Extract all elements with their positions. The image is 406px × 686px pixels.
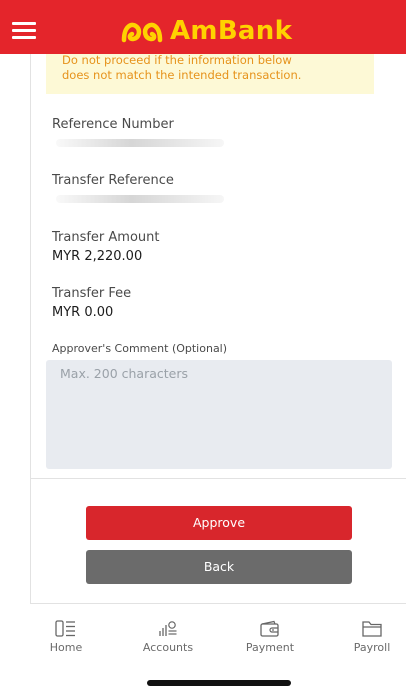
accounts-icon (159, 621, 177, 636)
menu-bar (12, 29, 36, 32)
tab-home[interactable]: Home (26, 604, 106, 654)
menu-bar (12, 22, 36, 25)
transfer-fee-value: MYR 0.00 (52, 305, 114, 320)
folder-icon (362, 621, 382, 637)
tab-home-label: Home (49, 641, 83, 654)
tab-accounts[interactable]: Accounts (128, 604, 208, 654)
menu-bar (12, 36, 36, 39)
app-header: AmBank (0, 0, 406, 54)
approve-button[interactable]: Approve (86, 506, 352, 540)
brand: AmBank (120, 16, 292, 46)
wallet-icon (260, 620, 279, 637)
hamburger-menu-icon[interactable] (12, 22, 36, 40)
transfer-reference-value-masked (56, 195, 224, 203)
reference-number-value-masked (56, 139, 224, 147)
transfer-amount-value: MYR 2,220.00 (52, 249, 143, 264)
bottom-tab-bar: Home Accounts Payment Payroll (0, 604, 406, 686)
warning-text-line1: Do not proceed if the information below (62, 53, 292, 67)
approver-comment-input[interactable] (46, 360, 392, 469)
transfer-reference-label: Transfer Reference (52, 173, 174, 188)
transfer-amount-label: Transfer Amount (52, 230, 160, 245)
divider (31, 478, 406, 479)
ambank-logo-icon (121, 22, 163, 43)
tab-accounts-label: Accounts (142, 641, 194, 654)
tab-payment[interactable]: Payment (230, 604, 310, 654)
tab-payroll-label: Payroll (353, 641, 391, 654)
warning-text-line2: does not match the intended transaction. (62, 68, 302, 82)
home-indicator (147, 680, 291, 686)
transfer-fee-label: Transfer Fee (52, 286, 132, 301)
tab-payment-label: Payment (245, 641, 295, 654)
home-icon (55, 620, 75, 637)
tab-payroll[interactable]: Payroll (332, 604, 406, 654)
back-button[interactable]: Back (86, 550, 352, 584)
comment-label: Approver's Comment (Optional) (52, 342, 228, 355)
brand-name: AmBank (170, 16, 293, 46)
reference-number-label: Reference Number (52, 117, 174, 132)
